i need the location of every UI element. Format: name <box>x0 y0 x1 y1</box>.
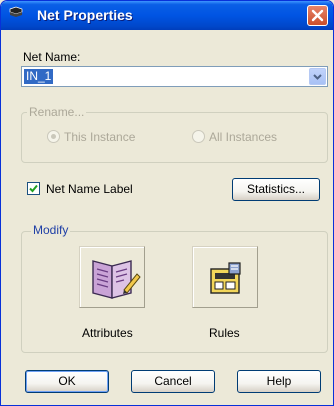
net-name-label-checkbox[interactable] <box>27 182 40 195</box>
title-bar[interactable]: Net Properties <box>1 1 333 30</box>
this-instance-radio[interactable] <box>47 130 60 143</box>
chevron-down-icon <box>313 74 322 80</box>
statistics-button[interactable]: Statistics... <box>232 178 320 201</box>
this-instance-label: This Instance <box>64 130 136 144</box>
cancel-button[interactable]: Cancel <box>131 370 215 393</box>
net-name-combo[interactable]: IN_1 <box>21 66 328 87</box>
net-properties-window: Net Properties Net Name: IN_1 Rename... … <box>0 0 334 406</box>
rules-button[interactable] <box>192 246 258 308</box>
attributes-book-icon <box>92 260 141 299</box>
radio-selected-dot <box>51 134 56 139</box>
rules-label: Rules <box>209 326 240 340</box>
rules-icon <box>210 262 241 294</box>
modify-group-title: Modify <box>31 223 71 237</box>
net-name-label-text: Net Name Label <box>46 182 133 196</box>
checkmark-icon <box>29 184 38 193</box>
close-button[interactable] <box>307 5 328 26</box>
app-icon <box>9 6 23 17</box>
net-name-value[interactable]: IN_1 <box>24 69 54 84</box>
all-instances-radio[interactable] <box>192 130 205 143</box>
window-title: Net Properties <box>37 7 133 23</box>
close-icon <box>311 9 324 22</box>
modify-group <box>21 231 328 353</box>
net-name-label: Net Name: <box>23 50 81 64</box>
all-instances-label: All Instances <box>209 130 278 144</box>
rename-group-title: Rename... <box>27 105 87 119</box>
help-button[interactable]: Help <box>237 370 321 393</box>
attributes-button[interactable] <box>79 246 145 308</box>
net-name-dropdown-button[interactable] <box>309 68 326 85</box>
ok-button[interactable]: OK <box>25 370 109 393</box>
attributes-label: Attributes <box>82 326 133 340</box>
